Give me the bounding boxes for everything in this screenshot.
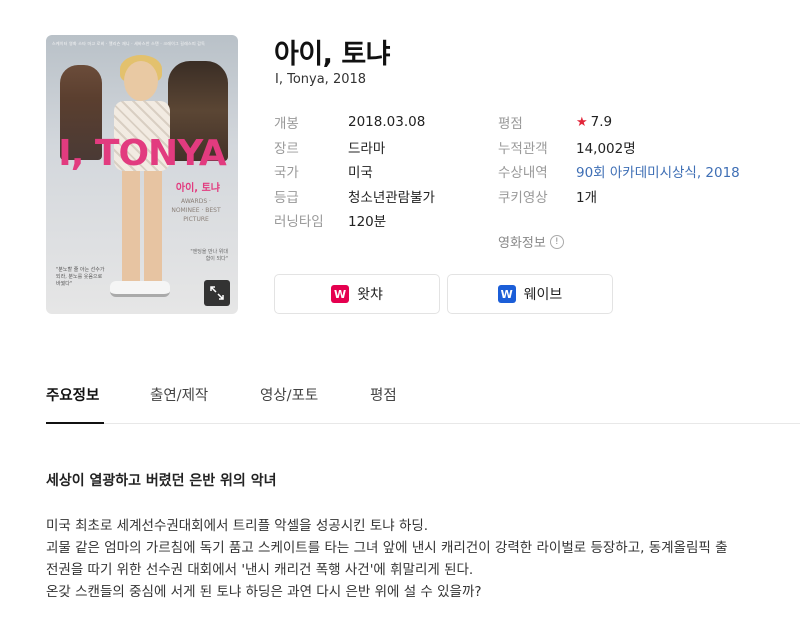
info-value: 미국: [348, 165, 373, 182]
wavve-button[interactable]: W 웨이브: [447, 274, 613, 314]
score-value: 7.9: [590, 114, 613, 131]
info-runtime: 러닝타임 120분: [274, 208, 435, 233]
info-rating-grade: 등급 청소년관람불가: [274, 184, 435, 209]
movie-info-label: 영화정보: [498, 236, 546, 251]
expand-poster-button[interactable]: [204, 280, 230, 306]
info-cookie: 쿠키영상 1개: [498, 184, 740, 209]
info-country: 국가 미국: [274, 159, 435, 184]
movie-poster[interactable]: 스케이터 영화 스타 마고 로비 · 앨리슨 재니 · 세바스찬 스탠 · 크레…: [46, 35, 238, 314]
synopsis-body: 미국 최초로 세계선수권대회에서 트리플 악셀을 성공시킨 토냐 하딩. 괴물 …: [46, 515, 786, 603]
poster-subtitle: 아이, 토냐: [175, 183, 220, 194]
poster-laurels: AWARDS · NOMINEE · BEST PICTURE: [171, 198, 221, 223]
tab-main-info[interactable]: 주요정보: [46, 384, 104, 424]
movie-info-button[interactable]: 영화정보 !: [498, 232, 564, 251]
expand-icon: [210, 286, 224, 300]
info-key: 수상내역: [498, 165, 548, 182]
synopsis-line: 미국 최초로 세계선수권대회에서 트리플 악셀을 성공시킨 토냐 하딩.: [46, 518, 429, 534]
watcha-logo-icon: W: [331, 285, 350, 303]
info-value: 120분: [348, 214, 387, 231]
info-key: 국가: [274, 165, 299, 182]
poster-figure-skates: [110, 281, 170, 297]
info-value: 14,002명: [576, 140, 636, 157]
info-score: 평점 ★ 7.9: [498, 110, 740, 135]
watcha-label: 왓챠: [357, 287, 383, 303]
synopsis-title: 세상이 열광하고 버렸던 은반 위의 악녀: [46, 473, 277, 489]
poster-title: I, TONYA: [58, 133, 226, 174]
info-right: 평점 ★ 7.9 누적관객 14,002명 수상내역 90회 아카데미시상식, 2…: [498, 110, 740, 208]
watcha-button[interactable]: W 왓챠: [274, 274, 440, 314]
info-key: 러닝타임: [274, 214, 324, 231]
wavve-logo-icon: W: [497, 285, 516, 303]
info-key: 개봉: [274, 116, 299, 133]
info-genre: 장르 드라마: [274, 135, 435, 160]
tab-bar: 주요정보 출연/제작 영상/포토 평점: [46, 384, 800, 424]
tab-video-photo[interactable]: 영상/포토: [260, 384, 318, 424]
synopsis-line: 전권을 따기 위한 선수권 대회에서 '낸시 캐리건 폭행 사건'에 휘말리게 …: [46, 562, 474, 578]
movie-title: 아이, 토냐: [274, 39, 391, 70]
tab-cast-production[interactable]: 출연/제작: [150, 384, 208, 424]
info-release: 개봉 2018.03.08: [274, 110, 435, 135]
info-key: 등급: [274, 189, 299, 206]
poster-figure-head: [124, 61, 158, 101]
info-value: 드라마: [348, 140, 386, 157]
info-audience: 누적관객 14,002명: [498, 135, 740, 160]
awards-link[interactable]: 90회 아카데미시상식, 2018: [576, 161, 740, 181]
poster-quote-left: "분노할 줄 아는 선수가 되라, 분노를 웃음으로 바꿨다": [56, 267, 105, 287]
info-key: 평점: [498, 116, 523, 133]
info-key: 장르: [274, 140, 299, 157]
wavve-label: 웨이브: [523, 287, 563, 303]
info-value: 2018.03.08: [348, 114, 426, 131]
tab-reviews[interactable]: 평점: [370, 384, 397, 424]
star-icon: ★: [576, 115, 588, 131]
synopsis-line: 괴물 같은 엄마의 가르침에 독기 품고 스케이트를 타는 그녀 앞에 낸시 캐…: [46, 540, 728, 556]
poster-figure-legs: [122, 171, 162, 281]
info-value: 1개: [576, 189, 598, 206]
info-awards: 수상내역 90회 아카데미시상식, 2018: [498, 159, 740, 184]
info-key: 쿠키영상: [498, 189, 548, 206]
synopsis-line: 온갖 스캔들의 중심에 서게 된 토냐 하딩은 과연 다시 은반 위에 설 수 …: [46, 584, 482, 600]
info-value: ★ 7.9: [576, 114, 612, 130]
poster-credits: 스케이터 영화 스타 마고 로비 · 앨리슨 재니 · 세바스찬 스탠 · 크레…: [52, 41, 206, 46]
info-left: 개봉 2018.03.08 장르 드라마 국가 미국 등급 청소년관람불가 러닝…: [274, 110, 435, 233]
info-key: 누적관객: [498, 140, 548, 157]
info-value: 청소년관람불가: [348, 189, 435, 206]
info-icon: !: [549, 234, 564, 249]
movie-subtitle: I, Tonya, 2018: [275, 72, 367, 87]
poster-quote-right: "엔딩을 만나 위대함이 되다": [190, 249, 228, 262]
